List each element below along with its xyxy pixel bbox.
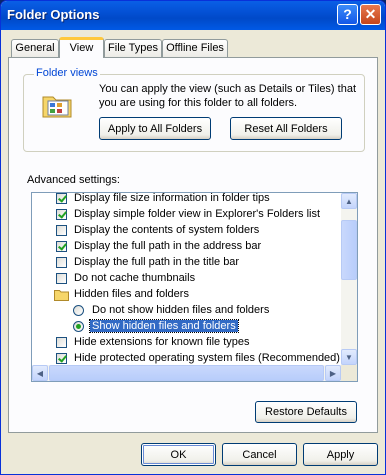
list-item-label: Hide protected operating system files (R… <box>74 352 340 364</box>
folder-views-icon <box>42 96 72 118</box>
list-item[interactable]: Display the full path in the address bar <box>32 239 342 255</box>
folder-views-description: You can apply the view (such as Details … <box>99 83 357 109</box>
list-item[interactable]: Display file size information in folder … <box>32 192 342 207</box>
checkbox[interactable] <box>56 337 67 348</box>
checkbox[interactable] <box>56 241 67 252</box>
checkbox[interactable] <box>56 209 67 220</box>
tab-view[interactable]: View <box>59 37 104 58</box>
advanced-settings-list[interactable]: Display file size information in folder … <box>31 192 358 382</box>
apply-to-all-folders-button[interactable]: Apply to All Folders <box>99 117 211 140</box>
scrollbar-corner <box>341 365 357 381</box>
scroll-down-icon[interactable]: ▼ <box>341 349 357 365</box>
list-item-label: Do not cache thumbnails <box>74 272 196 284</box>
list-item-label: Hidden files and folders <box>74 288 189 300</box>
list-item[interactable]: Display the full path in the title bar <box>32 255 342 271</box>
restore-defaults-button[interactable]: Restore Defaults <box>255 401 357 423</box>
window-title: Folder Options <box>7 7 100 22</box>
list-item[interactable]: Display simple folder view in Explorer's… <box>32 207 342 223</box>
scroll-up-icon[interactable]: ▲ <box>341 193 357 209</box>
list-item-label: Display the full path in the title bar <box>74 256 240 268</box>
vertical-scroll-thumb[interactable] <box>341 220 357 280</box>
tab-general[interactable]: General <box>11 39 59 57</box>
list-item-label: Do not show hidden files and folders <box>92 304 270 316</box>
list-item[interactable]: Display the contents of system folders <box>32 223 342 239</box>
list-item: Hidden files and folders <box>32 287 342 303</box>
list-item-label: Display the contents of system folders <box>74 224 260 236</box>
title-bar[interactable]: Folder Options ? ✕ <box>1 1 385 30</box>
list-item[interactable]: Show hidden files and folders <box>32 319 342 335</box>
vertical-scrollbar[interactable]: ▲ ▼ <box>341 193 357 365</box>
list-item-label: Hide extensions for known file types <box>74 336 250 348</box>
cancel-button[interactable]: Cancel <box>222 443 297 466</box>
horizontal-scroll-thumb[interactable] <box>49 365 324 381</box>
reset-all-folders-button[interactable]: Reset All Folders <box>230 117 342 140</box>
ok-button[interactable]: OK <box>141 443 216 466</box>
list-item-label: Display simple folder view in Explorer's… <box>74 208 321 220</box>
help-button[interactable]: ? <box>337 4 358 25</box>
scroll-right-icon[interactable]: ▶ <box>325 365 341 381</box>
checkbox[interactable] <box>56 353 67 364</box>
close-button[interactable]: ✕ <box>360 4 381 25</box>
horizontal-scrollbar[interactable]: ◀ ▶ <box>32 365 341 381</box>
advanced-settings-label: Advanced settings: <box>27 174 120 186</box>
checkbox[interactable] <box>56 257 67 268</box>
list-item-label: Display the full path in the address bar <box>74 240 262 252</box>
radio-button[interactable] <box>73 305 84 316</box>
list-item-label: Show hidden files and folders <box>89 319 239 333</box>
apply-button[interactable]: Apply <box>303 443 378 466</box>
checkbox[interactable] <box>56 193 67 204</box>
radio-button[interactable] <box>73 321 84 332</box>
list-item[interactable]: Hide extensions for known file types <box>32 335 342 351</box>
scroll-left-icon[interactable]: ◀ <box>32 365 48 381</box>
list-item[interactable]: Do not show hidden files and folders <box>32 303 342 319</box>
checkbox[interactable] <box>56 225 67 236</box>
tab-offline-files[interactable]: Offline Files <box>162 39 228 57</box>
folder-views-title: Folder views <box>34 67 100 79</box>
tab-file-types[interactable]: File Types <box>104 39 162 57</box>
list-item[interactable]: Do not cache thumbnails <box>32 271 342 287</box>
folder-icon <box>54 290 69 301</box>
list-item-label: Display file size information in folder … <box>74 192 270 204</box>
folder-options-window: Folder Options ? ✕ General View File Typ… <box>0 0 386 475</box>
checkbox[interactable] <box>56 273 67 284</box>
